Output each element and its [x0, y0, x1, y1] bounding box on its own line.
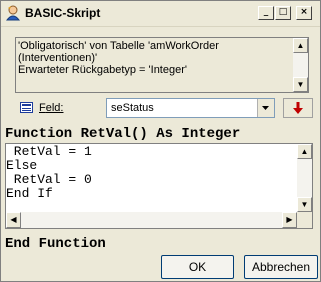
code-text[interactable]: RetVal = 1 Else RetVal = 0 End If: [6, 145, 92, 201]
field-list-icon: [20, 102, 33, 113]
code-vertical-scrollbar[interactable]: ▲ ▼: [297, 144, 312, 212]
scroll-up-icon[interactable]: ▲: [293, 38, 308, 53]
wizard-app-icon[interactable]: [5, 5, 21, 21]
minimize-button[interactable]: _: [258, 6, 274, 20]
scroll-down-icon[interactable]: ▼: [293, 77, 308, 92]
field-label-accel: F: [39, 102, 46, 114]
scroll-down-icon[interactable]: ▼: [297, 197, 312, 212]
scroll-up-icon[interactable]: ▲: [297, 144, 312, 159]
scroll-right-icon[interactable]: ▶: [282, 212, 297, 228]
basic-script-dialog: BASIC-Skript _ □ × 'Obligatorisch' von T…: [0, 0, 321, 282]
function-footer: End Function: [5, 236, 106, 252]
chevron-down-icon[interactable]: [257, 99, 274, 117]
field-label-rest: eld:: [45, 102, 64, 114]
message-scrollbar[interactable]: ▲ ▼: [293, 38, 308, 92]
insert-field-arrow-icon: [284, 102, 312, 120]
ok-button[interactable]: OK: [161, 255, 234, 279]
maximize-button[interactable]: □: [275, 6, 291, 20]
code-horizontal-scrollbar[interactable]: ◀ ▶: [6, 212, 297, 228]
code-editor[interactable]: RetVal = 1 Else RetVal = 0 End If ▲ ▼ ◀ …: [5, 143, 313, 229]
field-select[interactable]: seStatus: [106, 98, 275, 118]
title-bar[interactable]: BASIC-Skript _ □ ×: [1, 1, 320, 27]
window-title: BASIC-Skript: [25, 6, 101, 20]
message-text: 'Obligatorisch' von Tabelle 'amWorkOrder…: [18, 40, 219, 76]
cancel-button[interactable]: Abbrechen: [244, 255, 318, 279]
close-button[interactable]: ×: [296, 6, 312, 20]
scrollbar-corner: [297, 212, 312, 228]
function-header: Function RetVal() As Integer: [5, 126, 241, 142]
insert-field-button[interactable]: [283, 98, 313, 118]
message-box: 'Obligatorisch' von Tabelle 'amWorkOrder…: [15, 37, 309, 93]
field-label: Feld:: [39, 102, 63, 114]
field-select-value: seStatus: [111, 102, 154, 114]
scroll-left-icon[interactable]: ◀: [6, 212, 21, 228]
